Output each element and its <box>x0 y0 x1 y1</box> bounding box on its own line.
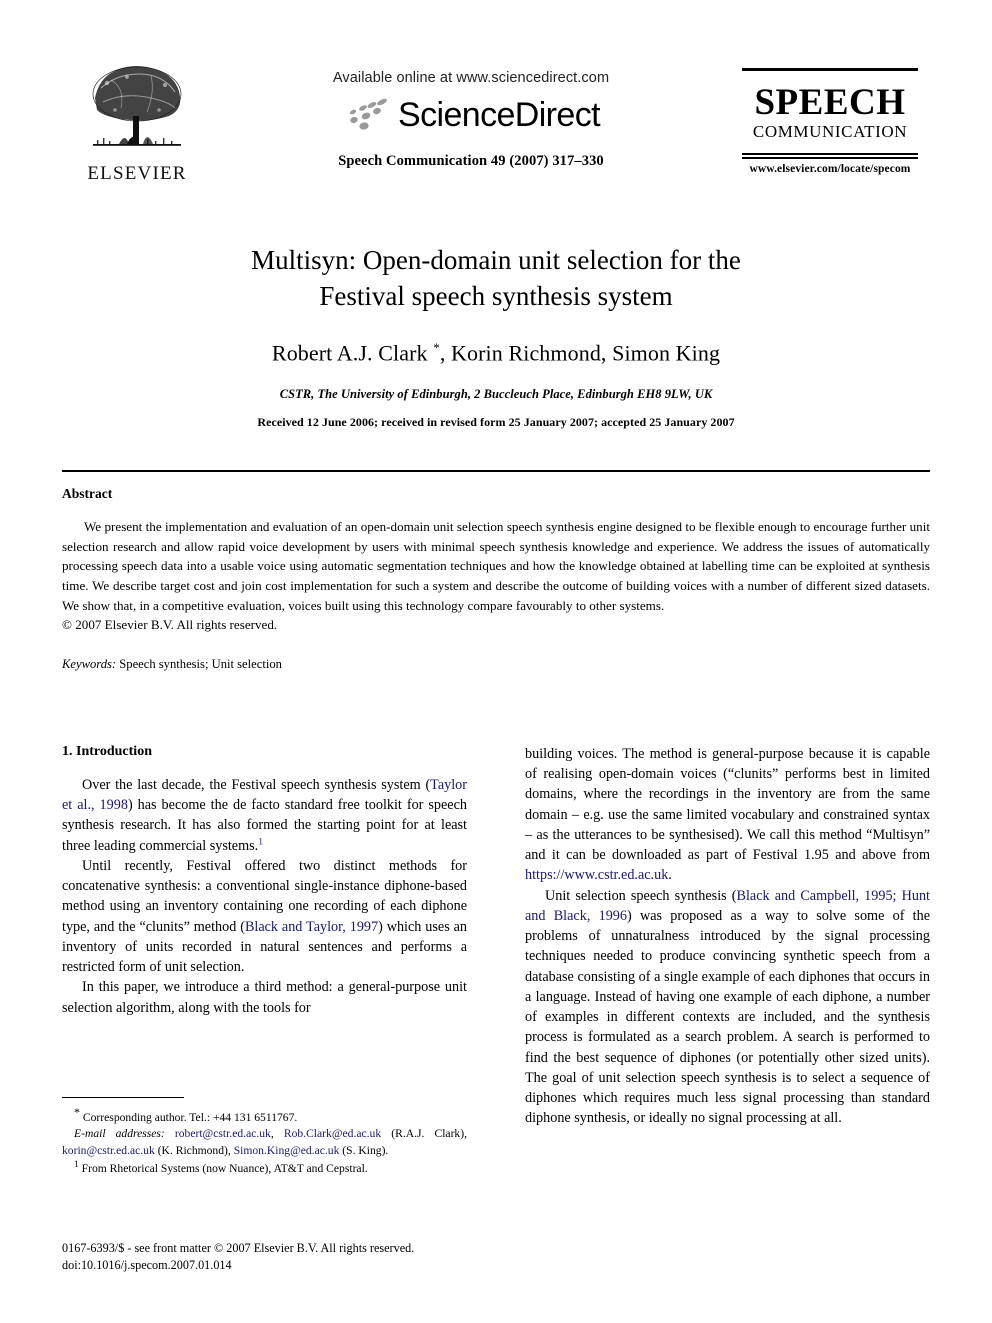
footnote-corresponding-text: Corresponding author. Tel.: +44 131 6511… <box>82 1110 298 1124</box>
author-names-rest: , Korin Richmond, Simon King <box>439 340 721 366</box>
paragraph-5: Unit selection speech synthesis (Black a… <box>525 886 930 1129</box>
masthead-rule-top <box>742 68 918 71</box>
abstract-section: Abstract We present the implementation a… <box>62 486 930 672</box>
p4-text-a: building voices. The method is general-p… <box>525 746 930 864</box>
sciencedirect-logo: ScienceDirect <box>256 95 686 135</box>
imprint-block: 0167-6393/$ - see front matter © 2007 El… <box>62 1240 492 1274</box>
title-line-1: Multisyn: Open-domain unit selection for… <box>251 245 741 275</box>
footnote-corresponding-author: * Corresponding author. Tel.: +44 131 65… <box>62 1104 467 1126</box>
footnote-ref-1[interactable]: 1 <box>258 837 263 847</box>
email-link-korin[interactable]: korin@cstr.ed.ac.uk <box>62 1144 155 1157</box>
paragraph-2: Until recently, Festival offered two dis… <box>62 856 467 977</box>
header-divider <box>62 470 930 472</box>
keywords-label: Keywords: <box>62 656 117 671</box>
p5-text-a: Unit selection speech synthesis ( <box>545 887 737 904</box>
title-block: Multisyn: Open-domain unit selection for… <box>62 243 930 430</box>
masthead: ELSEVIER Available online at www.science… <box>62 58 930 208</box>
paragraph-1: Over the last decade, the Festival speec… <box>62 775 467 856</box>
title-line-2: Festival speech synthesis system <box>319 280 673 311</box>
received-dates: Received 12 June 2006; received in revis… <box>257 414 735 429</box>
journal-masthead: SPEECH COMMUNICATION www.elsevier.com/lo… <box>730 58 930 175</box>
email-owner-2: (K. Richmond), <box>157 1143 231 1157</box>
paper-page: ELSEVIER Available online at www.science… <box>0 0 992 1323</box>
column-right: building voices. The method is general-p… <box>525 744 930 1128</box>
journal-title-sub: COMMUNICATION <box>752 122 908 142</box>
p1-text-a: Over the last decade, the Festival speec… <box>82 777 431 793</box>
footnote-1-marker: 1 <box>74 1160 79 1171</box>
column-left: 1. Introduction Over the last decade, th… <box>62 744 467 1018</box>
journal-reference: Speech Communication 49 (2007) 317–330 <box>338 153 604 169</box>
footnote-divider <box>62 1097 184 1098</box>
abstract-copyright: © 2007 Elsevier B.V. All rights reserved… <box>62 617 278 633</box>
email-link-rob-clark[interactable]: Rob.Clark@ed.ac.uk <box>284 1127 381 1140</box>
footnote-1-text: From Rhetorical Systems (now Nuance), AT… <box>81 1162 368 1176</box>
link-cstr-website[interactable]: https://www.cstr.ed.ac.uk <box>525 867 668 883</box>
masthead-rule-double <box>742 153 918 160</box>
footnote-star-marker: * <box>74 1105 80 1119</box>
paragraph-4: building voices. The method is general-p… <box>525 744 930 886</box>
abstract-heading: Abstract <box>62 486 113 501</box>
doi: doi:10.1016/j.specom.2007.01.014 <box>62 1258 232 1273</box>
keywords-value: Speech synthesis; Unit selection <box>119 656 282 671</box>
corresponding-author-marker: * <box>433 340 440 356</box>
affiliation: CSTR, The University of Edinburgh, 2 Buc… <box>279 386 713 401</box>
email-link-robert-cstr[interactable]: robert@cstr.ed.ac.uk <box>175 1127 271 1140</box>
journal-title-main: SPEECH <box>754 82 906 123</box>
email-owner-1: (R.A.J. Clark), <box>391 1127 467 1141</box>
sciencedirect-swoosh-icon <box>349 98 387 130</box>
p4-text-b: . <box>668 867 672 884</box>
elsevier-wordmark: ELSEVIER <box>87 163 187 184</box>
publisher-logo: ELSEVIER <box>62 58 212 185</box>
sciencedirect-block: Available online at www.sciencedirect.co… <box>256 58 686 170</box>
footnote-emails: E-mail addresses: robert@cstr.ed.ac.uk, … <box>62 1127 467 1157</box>
keywords: Keywords: Speech synthesis; Unit selecti… <box>62 657 930 672</box>
abstract-text: We present the implementation and evalua… <box>62 519 930 613</box>
issn-front-matter: 0167-6393/$ - see front matter © 2007 El… <box>62 1241 415 1255</box>
elsevier-tree-icon <box>81 58 193 162</box>
email-addresses-label: E-mail addresses: <box>74 1127 165 1141</box>
journal-url: www.elsevier.com/locate/specom <box>749 163 911 176</box>
section-heading-introduction: 1. Introduction <box>62 744 152 759</box>
citation-black-taylor-1997[interactable]: Black and Taylor, 1997 <box>245 919 378 935</box>
email-link-simon-king[interactable]: Simon.King@ed.ac.uk <box>234 1144 340 1157</box>
available-online-text: Available online at www.sciencedirect.co… <box>332 70 610 86</box>
sciencedirect-wordmark: ScienceDirect <box>398 95 601 134</box>
paragraph-3: In this paper, we introduce a third meth… <box>62 979 467 1016</box>
page-title: Multisyn: Open-domain unit selection for… <box>62 243 930 314</box>
email-owner-3: (S. King). <box>342 1143 389 1157</box>
author-names-first: Robert A.J. Clark <box>271 340 434 366</box>
footnotes-block: * Corresponding author. Tel.: +44 131 65… <box>62 1097 467 1178</box>
p5-text-b: ) was proposed as a way to solve some of… <box>525 907 931 1127</box>
footnote-1: 1 From Rhetorical Systems (now Nuance), … <box>62 1159 467 1177</box>
author-list: Robert A.J. Clark *, Korin Richmond, Sim… <box>62 340 930 366</box>
